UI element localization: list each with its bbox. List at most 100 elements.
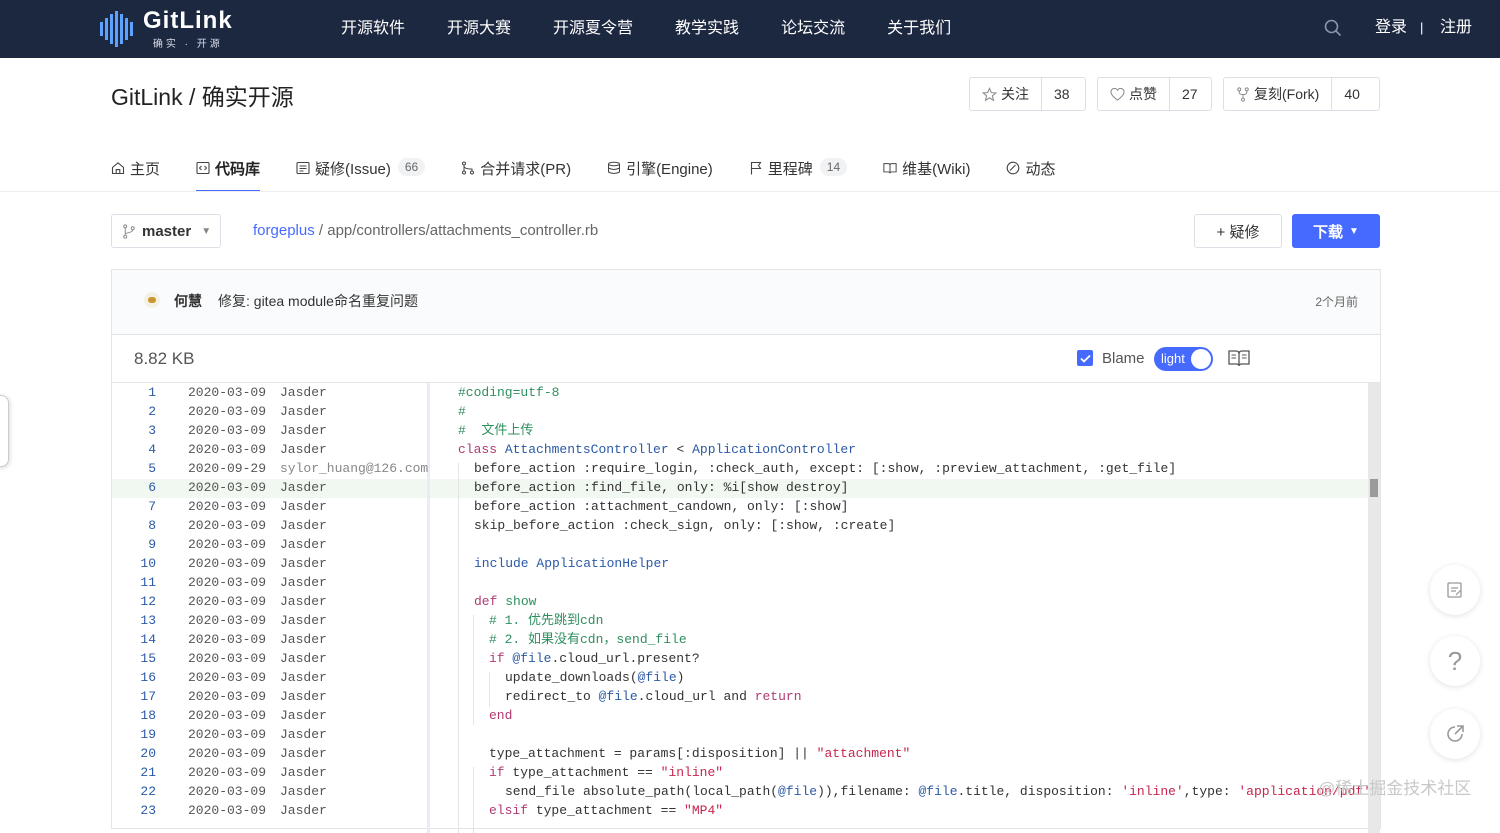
code-line: redirect_to @file.cloud_url and return [505,689,802,704]
like-label: 点赞 [1129,86,1157,102]
blame-row: 3 2020-03-09 Jasder [148,423,327,438]
activity-icon [1007,161,1020,175]
tab-label: 疑修(Issue) [315,161,391,178]
nav-item-open-source-software[interactable]: 开源软件 [320,0,426,58]
theme-toggle[interactable]: light [1154,347,1213,371]
tab-code[interactable]: 代码库 [196,148,261,192]
like-button[interactable]: 点赞 [1098,78,1170,110]
fork-count[interactable]: 40 [1332,78,1372,110]
code-line: skip_before_action :check_sign, only: [:… [474,518,896,533]
fork-button[interactable]: 复刻(Fork) [1224,78,1333,110]
code-line: def show [474,594,537,609]
fork-icon [1237,86,1249,102]
tab-pull-requests[interactable]: 合并请求(PR) [461,148,571,192]
commit-author[interactable]: 何慧 [174,291,202,311]
blame-row: 2 2020-03-09 Jasder [148,404,327,419]
blame-row: 21 2020-03-09 Jasder [140,765,327,780]
issue-count-badge: 66 [397,158,426,176]
code-line: before_action :attachment_candown, only:… [474,499,849,514]
tab-label: 动态 [1025,161,1056,178]
blame-row: 16 2020-03-09 Jasder [140,670,327,685]
tab-issues[interactable]: 疑修(Issue) 66 [296,148,426,192]
nav-separator: | [1420,20,1424,35]
code-icon [196,161,210,175]
tab-home[interactable]: 主页 [111,148,160,192]
like-count[interactable]: 27 [1170,78,1210,110]
repo-title[interactable]: GitLink / 确实开源 [111,78,294,112]
issue-icon [296,161,310,175]
book-icon [883,163,897,174]
code-line: # [458,404,466,419]
scrollbar-thumb[interactable] [1370,479,1378,497]
code-line: end [489,708,513,723]
watch-count[interactable]: 38 [1042,78,1082,110]
path-root-link[interactable]: forgeplus [253,222,315,239]
star-icon [982,86,997,101]
tab-wiki[interactable]: 维基(Wiki) [883,148,970,192]
nav-item-teaching[interactable]: 教学实践 [654,0,760,58]
watch-group: 关注 38 [969,77,1086,111]
repo-tabs: 主页 代码库 疑修(Issue) 66 合并请求(PR) 引擎(Engine) … [111,148,1091,192]
file-viewer: 何慧 修复: gitea module命名重复问题 2个月前 8.82 KB B… [111,269,1381,833]
left-floating-tab[interactable] [0,395,9,467]
theme-label: light [1161,351,1185,366]
vertical-scrollbar[interactable] [1368,383,1380,833]
blame-row: 22 2020-03-09 Jasder [140,784,327,799]
blame-row: 7 2020-03-09 Jasder [148,499,327,514]
like-group: 点赞 27 [1097,77,1212,111]
code-line: before_action :require_login, :check_aut… [474,461,1177,476]
flag-icon [750,161,762,175]
code-line: class AttachmentsController < Applicatio… [458,442,856,457]
blame-label[interactable]: Blame [1102,350,1145,367]
avatar[interactable] [144,292,160,308]
blame-row: 17 2020-03-09 Jasder [140,689,327,704]
code-line: elsif type_attachment == "MP4" [489,803,724,818]
blame-checkbox[interactable] [1077,350,1093,366]
commit-message[interactable]: 修复: gitea module命名重复问题 [218,291,418,311]
branch-icon [123,223,135,239]
blame-column: 1 2020-03-09 Jasder 2 2020-03-09 Jasder 3 202… [112,383,430,833]
nav-item-summer-camp[interactable]: 开源夏令营 [532,0,654,58]
blame-row: 5 2020-09-29 sylor_huang@126.com [148,461,429,476]
logo-tagline: 确实 · 开源 [152,38,223,50]
login-link[interactable]: 登录 [1375,0,1407,56]
feedback-button[interactable] [1430,565,1480,615]
home-icon [111,162,125,175]
nav-item-about[interactable]: 关于我们 [866,0,972,58]
logo-mark-icon [100,11,133,47]
indent-guide [489,672,490,707]
logo-name: GitLink [143,6,233,34]
book-open-icon[interactable] [1228,349,1250,367]
blame-row: 12 2020-03-09 Jasder [140,594,327,609]
fork-group: 复刻(Fork) 40 [1223,77,1380,111]
download-label: 下载 [1313,223,1344,241]
help-button[interactable]: ? [1430,636,1480,686]
share-button[interactable] [1430,709,1480,759]
fork-label: 复刻(Fork) [1254,86,1320,102]
search-icon[interactable] [1324,19,1342,37]
milestone-count-badge: 14 [819,158,848,176]
watch-button[interactable]: 关注 [970,78,1042,110]
register-link[interactable]: 注册 [1440,0,1472,56]
nav-item-forum[interactable]: 论坛交流 [760,0,866,58]
tab-engine[interactable]: 引擎(Engine) [607,148,713,192]
indent-guide [473,767,474,833]
path-rest: / app/controllers/attachments_controller… [318,222,599,239]
tabs-divider [0,191,1500,192]
code-line: if @file.cloud_url.present? [489,651,700,666]
tab-activity[interactable]: 动态 [1006,148,1055,192]
tab-label: 里程碑 [767,161,813,178]
edit-note-icon [1447,582,1462,598]
indent-guide [473,615,474,725]
file-header: 8.82 KB Blame light [112,335,1380,383]
branch-selector[interactable]: master ▼ [111,214,221,248]
check-icon [1079,354,1091,363]
tab-label: 维基(Wiki) [902,161,971,178]
tab-milestones[interactable]: 里程碑 14 [749,148,848,192]
nav-item-contest[interactable]: 开源大赛 [426,0,532,58]
gitlink-logo[interactable]: GitLink 确实 · 开源 [100,8,233,50]
blame-row: 1 2020-03-09 Jasder [148,385,327,400]
download-button[interactable]: 下载 ▼ [1292,214,1380,248]
new-issue-button[interactable]: + 疑修 [1194,214,1282,248]
code-line: # 1. 优先跳到cdn [489,613,604,628]
